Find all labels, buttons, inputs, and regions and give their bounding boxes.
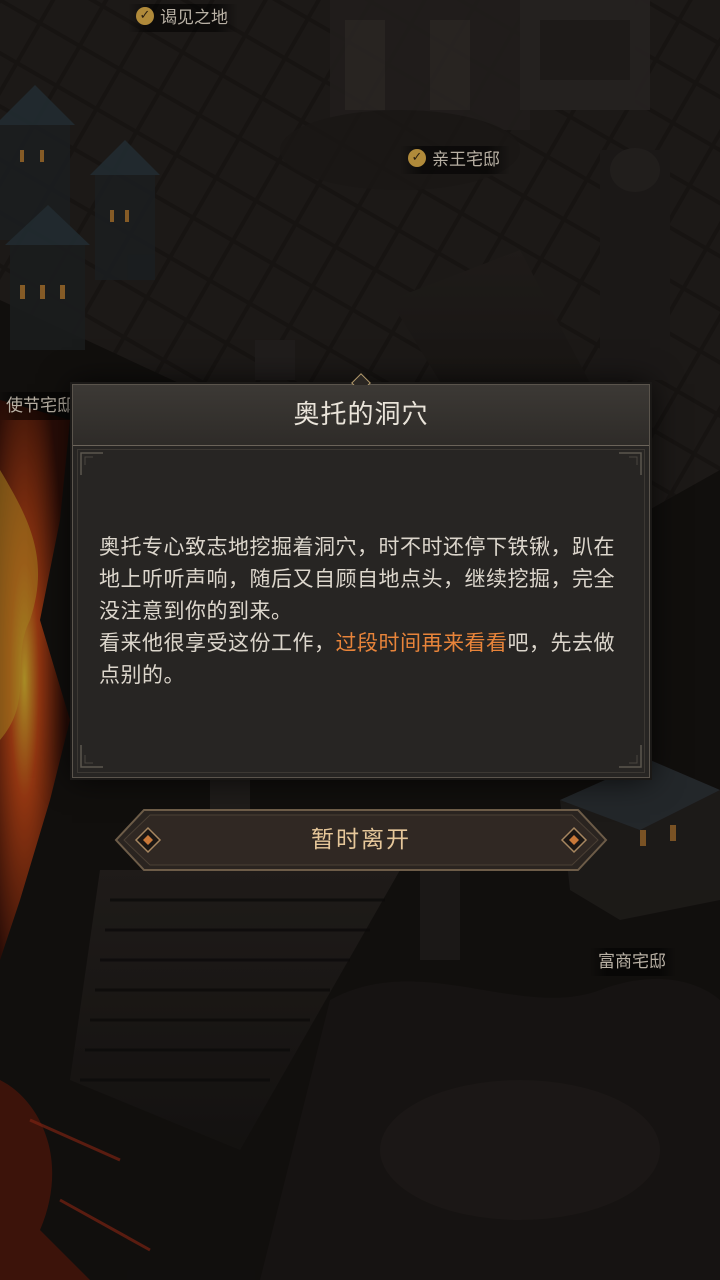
map-label-prince-mansion[interactable]: ✓ 亲王宅邸 — [400, 146, 510, 174]
corner-ornament-icon — [80, 452, 103, 475]
dialog-paragraph-2: 看来他很享受这份工作，过段时间再来看看吧，先去做点别的。 — [99, 631, 615, 687]
highlight-hint: 过段时间再来看看 — [335, 631, 508, 655]
map-label-meeting-place[interactable]: ✓ 谒见之地 — [128, 4, 238, 32]
corner-ornament-icon — [80, 745, 103, 768]
event-dialog: 奥托的洞穴 奥托专心致志地挖掘着洞穴，时不时还停下铁锹，趴在地上听听声响，随后又… — [72, 373, 650, 778]
check-icon: ✓ — [136, 7, 154, 25]
map-label-merchant-mansion[interactable]: 富商宅邸 — [590, 948, 676, 976]
leave-button-label: 暂时离开 — [311, 827, 411, 853]
dialog-paragraph-1: 奥托专心致志地挖掘着洞穴，时不时还停下铁锹，趴在地上听听声响，随后又自顾自地点头… — [99, 535, 615, 623]
dialog-title: 奥托的洞穴 — [293, 400, 429, 430]
corner-ornament-icon — [619, 745, 642, 768]
corner-ornament-icon — [619, 452, 642, 475]
leave-temporarily-button[interactable]: 暂时离开 — [114, 808, 608, 872]
dialog-description: 奥托专心致志地挖掘着洞穴，时不时还停下铁锹，趴在地上听听声响，随后又自顾自地点头… — [99, 531, 629, 691]
check-icon: ✓ — [408, 149, 426, 167]
